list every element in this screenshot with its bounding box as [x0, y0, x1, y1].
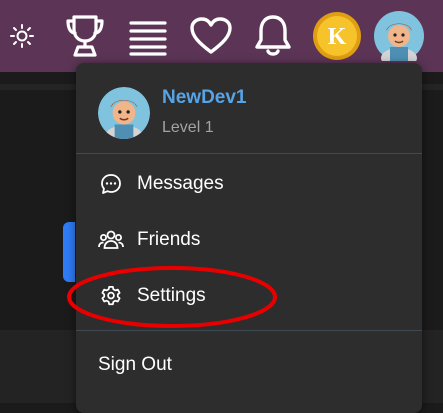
avatar[interactable]	[373, 0, 425, 72]
menu-item-friends[interactable]: Friends	[76, 212, 422, 268]
profile-level: Level 1	[162, 119, 214, 136]
menu-item-settings-label: Settings	[137, 285, 206, 306]
chat-bubble-icon	[98, 171, 124, 197]
profile-avatar	[98, 87, 150, 139]
menu-item-settings[interactable]: Settings	[76, 268, 422, 324]
profile-header[interactable]: NewDev1 Level 1	[76, 63, 422, 153]
top-navigation-bar: K	[0, 0, 443, 72]
coin-icon[interactable]: K	[311, 0, 363, 72]
profile-username[interactable]: NewDev1	[162, 87, 247, 109]
menu-icon[interactable]	[126, 0, 170, 72]
heart-icon[interactable]	[188, 0, 234, 72]
coin-letter: K	[328, 24, 347, 50]
menu-item-sign-out[interactable]: Sign Out	[76, 337, 422, 393]
menu-item-messages[interactable]: Messages	[76, 156, 422, 212]
people-icon	[98, 227, 124, 253]
user-dropdown-menu: NewDev1 Level 1 Messages Friends Setting…	[76, 63, 422, 413]
divider	[76, 153, 422, 154]
menu-item-friends-label: Friends	[137, 229, 201, 250]
menu-item-messages-label: Messages	[137, 173, 224, 194]
menu-item-sign-out-label: Sign Out	[98, 354, 172, 375]
bell-icon[interactable]	[252, 0, 294, 72]
background-accent	[63, 222, 75, 282]
sun-icon[interactable]	[6, 0, 38, 72]
divider	[76, 330, 422, 331]
gear-icon	[98, 283, 124, 309]
trophy-icon[interactable]	[62, 0, 108, 72]
